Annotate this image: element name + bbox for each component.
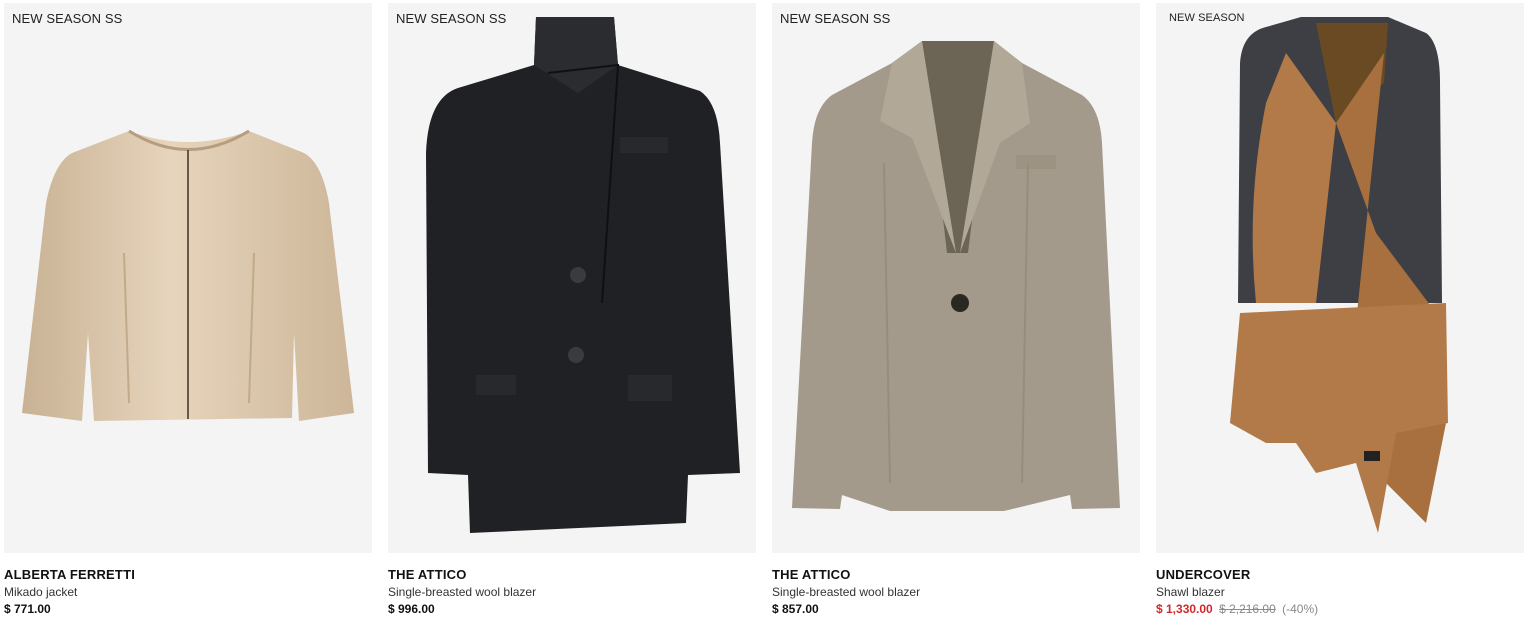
product-name[interactable]: Single-breasted wool blazer (388, 583, 756, 601)
product-brand[interactable]: UNDERCOVER (1156, 566, 1524, 583)
product-name[interactable]: Mikado jacket (4, 583, 372, 601)
product-image[interactable]: NEW SEASON SS (388, 3, 756, 553)
product-brand[interactable]: THE ATTICO (388, 566, 756, 583)
product-card[interactable]: NEW SEASON SS ALBERTA FERRETTI Mikado ja… (4, 3, 372, 618)
product-brand[interactable]: THE ATTICO (772, 566, 1140, 583)
new-season-badge: NEW SEASON (1169, 12, 1245, 24)
shawl-blazer-image (1230, 17, 1448, 533)
product-card[interactable]: NEW SEASON SS THE ATTICO Single-breasted… (772, 3, 1140, 618)
product-name[interactable]: Shawl blazer (1156, 583, 1524, 601)
discount-label: (-40%) (1282, 602, 1319, 616)
black-blazer-image (426, 17, 740, 533)
product-image[interactable]: NEW SEASON (1156, 3, 1524, 553)
product-brand[interactable]: ALBERTA FERRETTI (4, 566, 372, 583)
mikado-jacket-image (22, 129, 354, 421)
product-image[interactable]: NEW SEASON SS (4, 3, 372, 553)
original-price: $ 2,216.00 (1219, 602, 1276, 616)
product-name[interactable]: Single-breasted wool blazer (772, 583, 1140, 601)
product-card[interactable]: NEW SEASON UNDERCOVER Shawl blazer $ 1,3… (1156, 3, 1524, 618)
new-season-badge: NEW SEASON SS (396, 11, 507, 26)
taupe-blazer-image (792, 41, 1120, 511)
product-price: $ 996.00 (388, 602, 435, 616)
product-card[interactable]: NEW SEASON SS THE ATTICO Single-breasted… (388, 3, 756, 618)
product-grid: NEW SEASON SS ALBERTA FERRETTI Mikado ja… (0, 0, 1528, 622)
product-image[interactable]: NEW SEASON SS (772, 3, 1140, 553)
product-price: $ 857.00 (772, 602, 819, 616)
new-season-badge: NEW SEASON SS (12, 11, 123, 26)
new-season-badge: NEW SEASON SS (780, 11, 891, 26)
sale-price: $ 1,330.00 (1156, 602, 1213, 616)
product-price: $ 771.00 (4, 602, 51, 616)
